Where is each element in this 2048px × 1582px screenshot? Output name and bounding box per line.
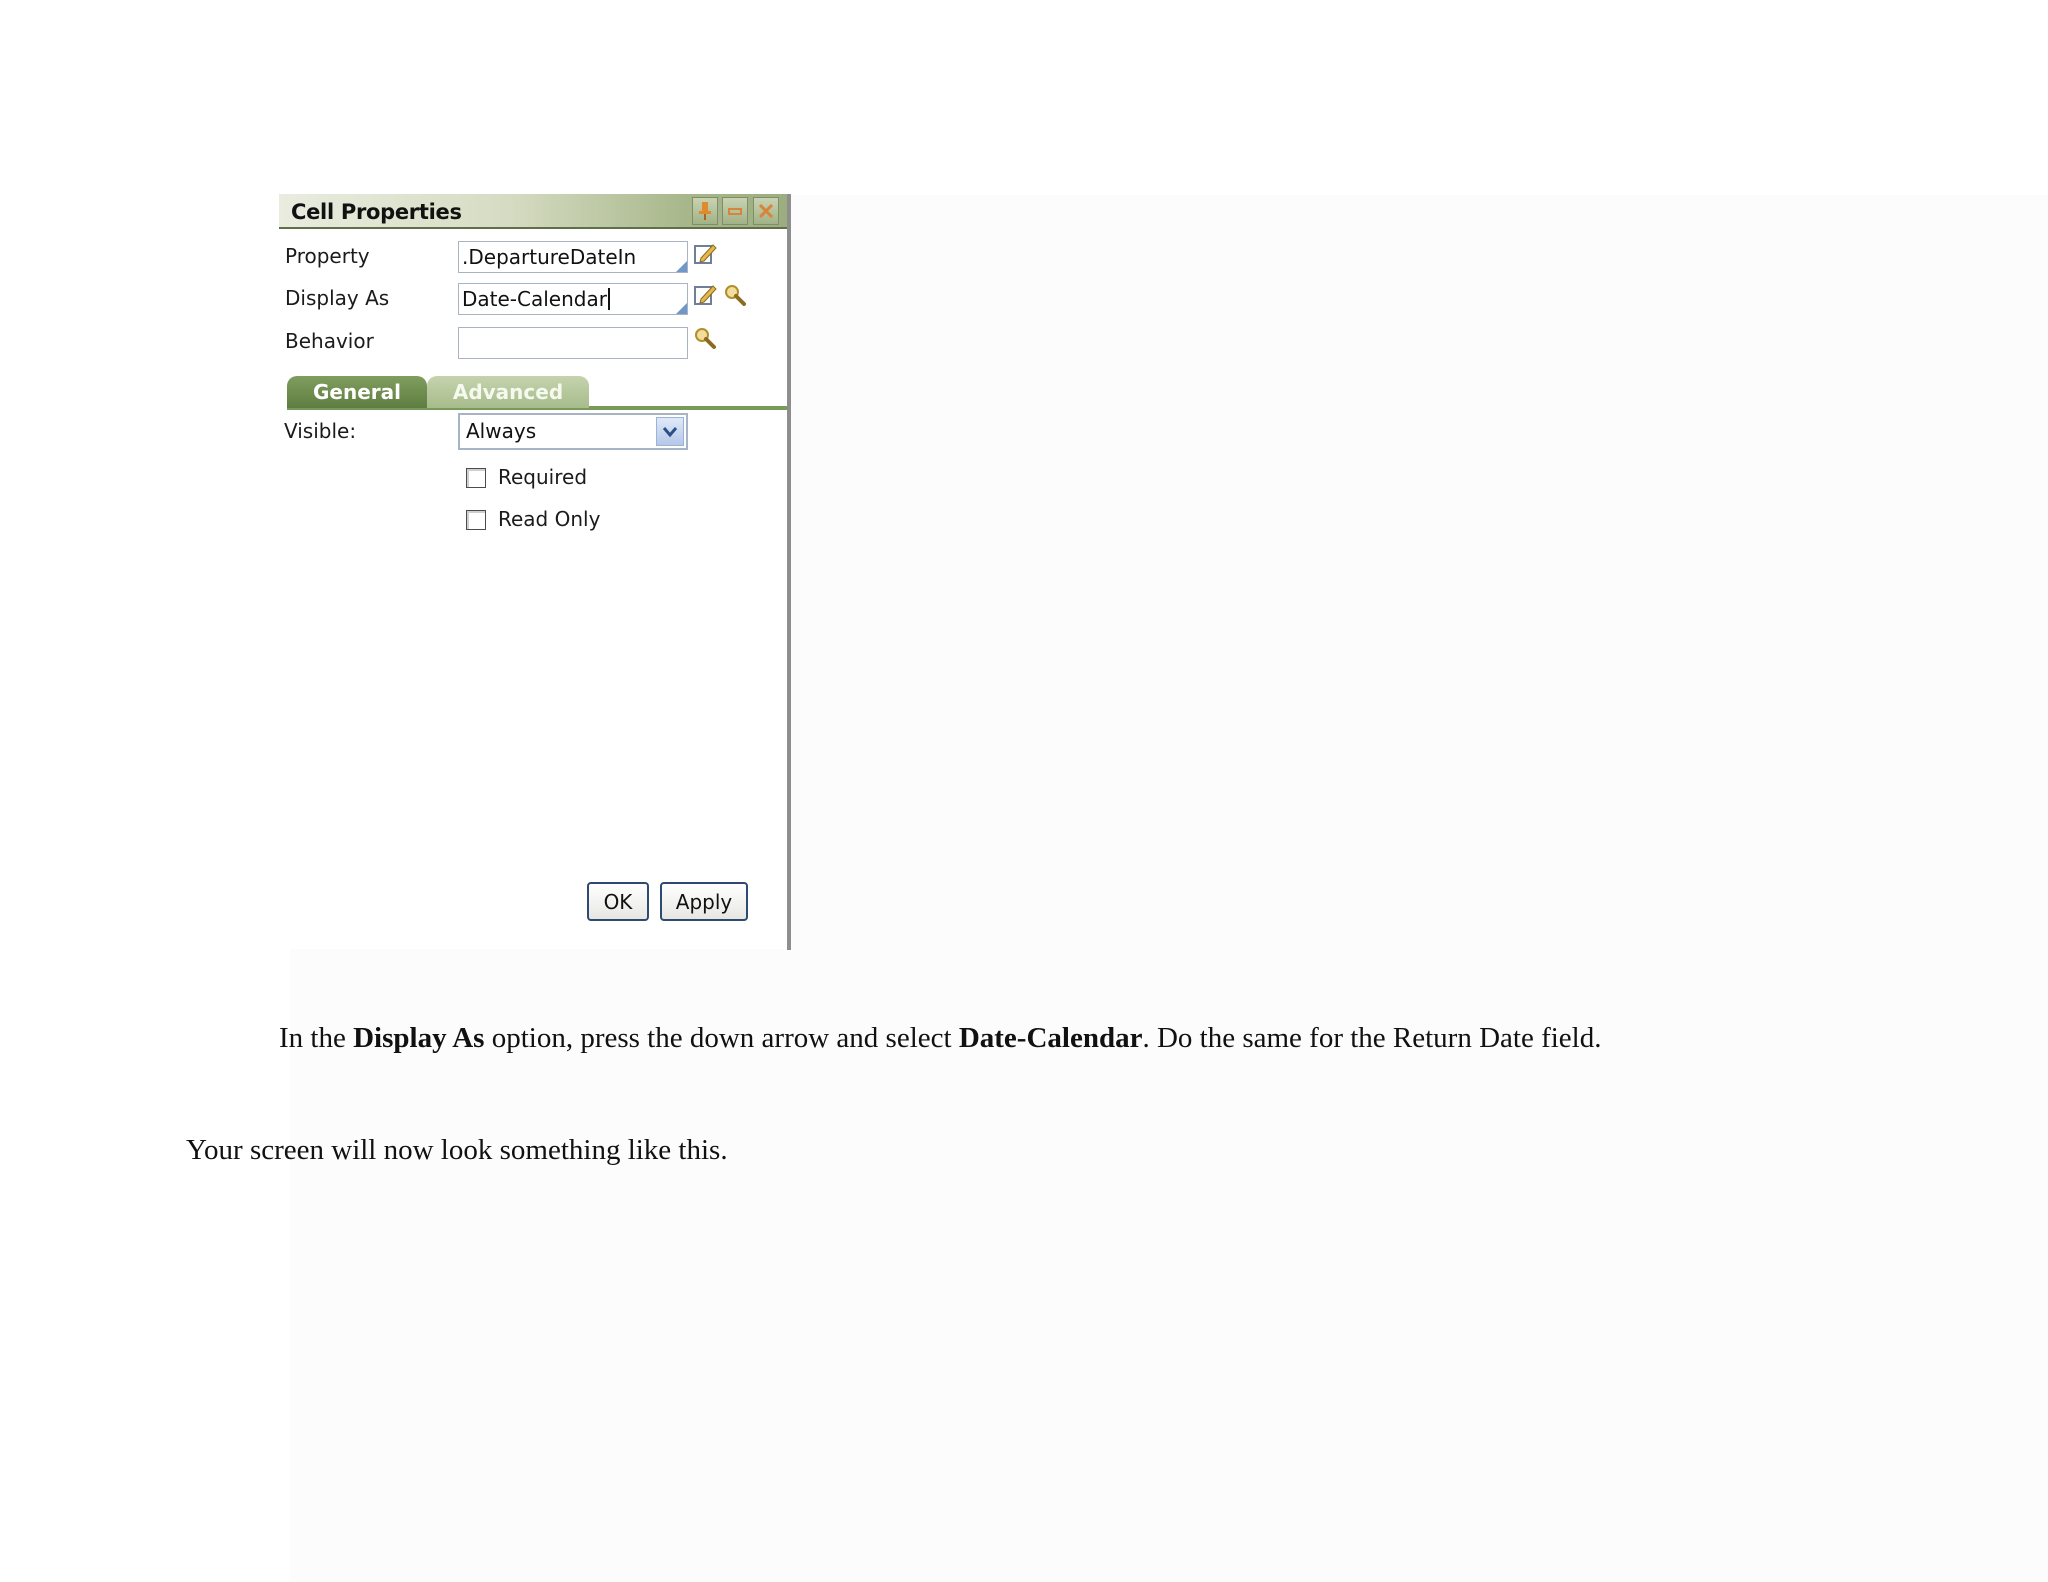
property-label: Property bbox=[285, 244, 370, 268]
followup-paragraph: Your screen will now look something like… bbox=[186, 1134, 728, 1166]
pin-icon[interactable] bbox=[692, 197, 718, 225]
required-label: Required bbox=[498, 465, 588, 489]
resize-corner-icon bbox=[676, 303, 687, 314]
display-as-input[interactable]: Date-Calendar bbox=[458, 283, 688, 315]
resize-corner-icon bbox=[676, 261, 687, 272]
panel-titlebar[interactable]: Cell Properties bbox=[279, 194, 787, 229]
display-as-value: Date-Calendar bbox=[462, 287, 607, 311]
visible-select[interactable]: Always bbox=[458, 413, 688, 450]
visible-label: Visible: bbox=[284, 419, 357, 443]
tab-advanced[interactable]: Advanced bbox=[427, 376, 589, 408]
instruction-text-3: . Do the same for the Return Date field. bbox=[1142, 1022, 1602, 1054]
instruction-text-2: option, press the down arrow and select bbox=[484, 1022, 959, 1054]
property-input[interactable]: .DepartureDateIn bbox=[458, 241, 688, 273]
instruction-paragraph: In the Display As option, press the down… bbox=[279, 1022, 1601, 1055]
ok-button[interactable]: OK bbox=[587, 882, 649, 921]
edit-icon[interactable] bbox=[693, 283, 717, 307]
visible-value: Always bbox=[466, 419, 537, 443]
read-only-label: Read Only bbox=[498, 507, 601, 531]
behavior-label: Behavior bbox=[285, 329, 374, 353]
apply-button[interactable]: Apply bbox=[660, 882, 748, 921]
minimize-icon[interactable] bbox=[722, 197, 748, 225]
display-as-label: Display As bbox=[285, 286, 390, 310]
required-checkbox[interactable] bbox=[466, 468, 486, 488]
chevron-down-icon[interactable] bbox=[656, 417, 684, 446]
instruction-text-1: In the bbox=[279, 1022, 354, 1054]
property-value: .DepartureDateIn bbox=[462, 245, 637, 269]
cell-properties-panel: Cell Properties Property .DepartureDateI… bbox=[279, 194, 789, 949]
behavior-input[interactable] bbox=[458, 327, 688, 359]
read-only-checkbox[interactable] bbox=[466, 510, 486, 530]
magnifier-icon[interactable] bbox=[693, 326, 717, 350]
text-cursor bbox=[607, 288, 610, 310]
panel-title: Cell Properties bbox=[291, 200, 462, 224]
panel-border bbox=[787, 194, 791, 950]
instruction-bold-1: Display As bbox=[353, 1022, 485, 1054]
magnifier-icon[interactable] bbox=[723, 283, 747, 307]
close-icon[interactable] bbox=[753, 197, 779, 225]
edit-icon[interactable] bbox=[693, 242, 717, 266]
tab-general[interactable]: General bbox=[287, 376, 427, 408]
instruction-bold-2: Date-Calendar bbox=[958, 1022, 1143, 1054]
